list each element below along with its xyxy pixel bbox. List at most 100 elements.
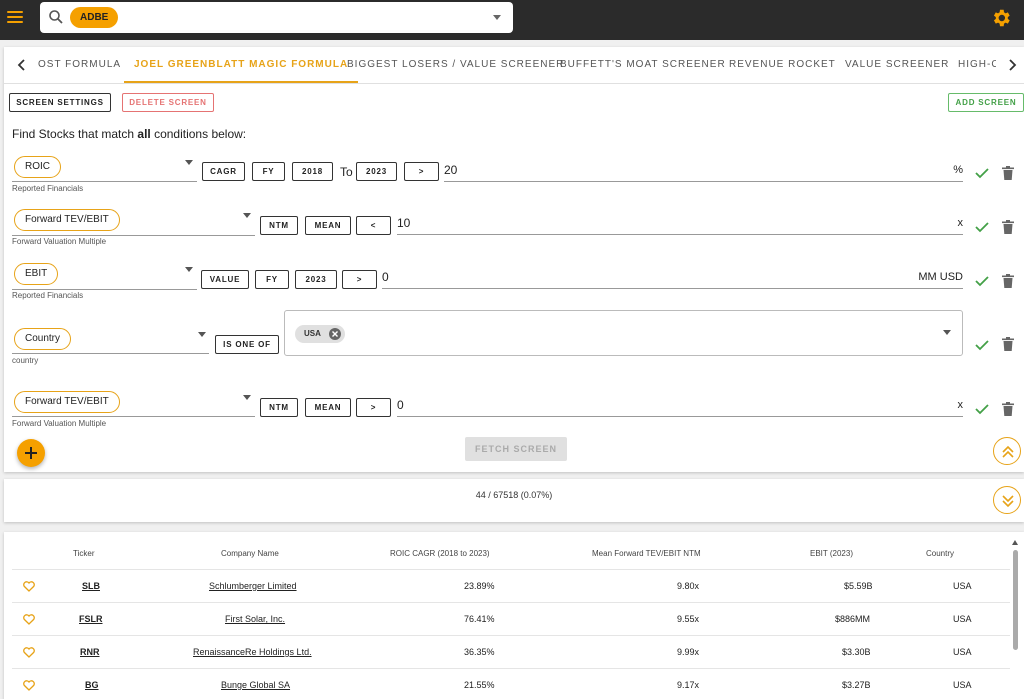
value-input[interactable]: 10 x bbox=[397, 215, 963, 235]
tab-biggest-losers[interactable]: BIGGEST LOSERS / VALUE SCREENER bbox=[347, 47, 564, 83]
heart-icon[interactable] bbox=[23, 647, 35, 658]
ticker-link[interactable]: FSLR bbox=[79, 614, 103, 624]
metric-chip[interactable]: EBIT bbox=[14, 263, 59, 285]
tab-joel-greenblatt-magic-formula[interactable]: JOEL GREENBLATT MAGIC FORMULA bbox=[124, 47, 359, 83]
result-count-card: 44 / 67518 (0.07%) bbox=[4, 479, 1024, 522]
check-icon[interactable] bbox=[975, 167, 989, 179]
pill-is-one-of[interactable]: IS ONE OF bbox=[215, 335, 279, 354]
metric-chip[interactable]: Forward TEV/EBIT bbox=[14, 209, 120, 231]
gear-icon[interactable] bbox=[990, 7, 1012, 29]
operator-pill[interactable]: > bbox=[342, 270, 377, 289]
chevron-right-icon[interactable] bbox=[1004, 57, 1020, 73]
tab-revenue-rocket[interactable]: REVENUE ROCKET bbox=[729, 47, 836, 83]
operator-pill[interactable]: > bbox=[404, 162, 439, 181]
expand-button[interactable] bbox=[993, 486, 1021, 514]
pill-ntm[interactable]: NTM bbox=[260, 398, 298, 417]
chevron-down-icon[interactable] bbox=[198, 332, 206, 337]
ebit-cell: $3.30B bbox=[842, 647, 871, 657]
tev-cell: 9.80x bbox=[677, 581, 700, 591]
column-header-company-name[interactable]: Company Name bbox=[221, 549, 279, 558]
pill-cagr[interactable]: CAGR bbox=[202, 162, 245, 181]
trash-icon[interactable] bbox=[1002, 220, 1014, 234]
trash-icon[interactable] bbox=[1002, 337, 1014, 351]
ticker-chip[interactable]: ADBE bbox=[70, 7, 119, 28]
fetch-screen-button[interactable]: FETCH SCREEN bbox=[465, 437, 567, 461]
heart-icon[interactable] bbox=[23, 680, 35, 691]
pill-end-year[interactable]: 2023 bbox=[356, 162, 397, 181]
chevron-down-icon[interactable] bbox=[243, 213, 251, 218]
metric-select-underline bbox=[12, 181, 197, 182]
company-link[interactable]: RenaissanceRe Holdings Ltd. bbox=[193, 647, 312, 657]
metric-select-underline bbox=[12, 289, 197, 290]
pill-fy[interactable]: FY bbox=[255, 270, 289, 289]
add-condition-button[interactable] bbox=[17, 439, 45, 467]
heart-icon[interactable] bbox=[23, 581, 35, 592]
metric-chip[interactable]: Country bbox=[14, 328, 72, 350]
metric-source-label: Forward Valuation Multiple bbox=[12, 419, 107, 428]
pill-ntm[interactable]: NTM bbox=[260, 216, 298, 235]
screen-settings-button[interactable]: SCREEN SETTINGS bbox=[9, 93, 111, 112]
scroll-up-arrow[interactable] bbox=[1012, 540, 1018, 545]
column-header-ticker[interactable]: Ticker bbox=[73, 549, 94, 558]
add-screen-button[interactable]: ADD SCREEN bbox=[948, 93, 1024, 112]
check-icon[interactable] bbox=[975, 403, 989, 415]
scrollbar-thumb[interactable] bbox=[1013, 550, 1018, 650]
chevron-down-icon[interactable] bbox=[243, 395, 251, 400]
metric-source-label: country bbox=[12, 356, 39, 365]
close-icon[interactable] bbox=[328, 328, 341, 340]
tab-high-c[interactable]: HIGH-C bbox=[958, 47, 996, 83]
ticker-link[interactable]: RNR bbox=[80, 647, 100, 657]
chevron-left-icon[interactable] bbox=[14, 57, 30, 73]
delete-screen-button[interactable]: DELETE SCREEN bbox=[122, 93, 214, 112]
top-app-bar: ADBE bbox=[0, 0, 1024, 40]
column-header-ebit[interactable]: EBIT (2023) bbox=[810, 549, 853, 558]
ticker-link[interactable]: BG bbox=[85, 680, 99, 690]
check-icon[interactable] bbox=[975, 275, 989, 287]
pill-start-year[interactable]: 2018 bbox=[292, 162, 333, 181]
value-input[interactable]: 0 MM USD bbox=[382, 269, 963, 289]
metric-chip[interactable]: ROIC bbox=[14, 156, 61, 178]
company-link[interactable]: Bunge Global SA bbox=[221, 680, 290, 690]
column-header-roic-cagr[interactable]: ROIC CAGR (2018 to 2023) bbox=[390, 549, 490, 558]
roic-cell: 23.89% bbox=[464, 581, 495, 591]
operator-pill[interactable]: < bbox=[356, 216, 391, 235]
pill-year[interactable]: 2023 bbox=[295, 270, 337, 289]
tab-buffetts-moat-screener[interactable]: BUFFETT'S MOAT SCREENER bbox=[560, 47, 726, 83]
chevron-down-icon[interactable] bbox=[943, 330, 951, 335]
value-input[interactable]: 20 % bbox=[444, 162, 963, 182]
pill-fy[interactable]: FY bbox=[252, 162, 285, 181]
pill-value[interactable]: VALUE bbox=[201, 270, 249, 289]
unit-label: x bbox=[957, 217, 964, 229]
country-multiselect[interactable]: USA bbox=[284, 310, 963, 356]
trash-icon[interactable] bbox=[1002, 402, 1014, 416]
chevron-down-icon[interactable] bbox=[185, 160, 193, 165]
metric-chip[interactable]: Forward TEV/EBIT bbox=[14, 391, 120, 413]
column-header-forward-tev-ebit[interactable]: Mean Forward TEV/EBIT NTM bbox=[592, 549, 701, 558]
country-chip-usa[interactable]: USA bbox=[295, 325, 345, 343]
pill-mean[interactable]: MEAN bbox=[305, 216, 351, 235]
metric-source-label: Forward Valuation Multiple bbox=[12, 237, 107, 246]
check-icon[interactable] bbox=[975, 339, 989, 351]
heart-icon[interactable] bbox=[23, 614, 35, 625]
tab-ost-formula[interactable]: OST FORMULA bbox=[38, 47, 121, 83]
company-link[interactable]: Schlumberger Limited bbox=[209, 581, 297, 591]
collapse-button[interactable] bbox=[993, 437, 1021, 465]
ticker-link[interactable]: SLB bbox=[82, 581, 100, 591]
column-header-country[interactable]: Country bbox=[926, 549, 954, 558]
hamburger-menu-icon[interactable] bbox=[7, 11, 23, 25]
roic-cell: 36.35% bbox=[464, 647, 495, 657]
value-input[interactable]: 0 x bbox=[397, 397, 963, 417]
condition-row-forward-tev-ebit: Forward TEV/EBIT Forward Valuation Multi… bbox=[4, 209, 1024, 249]
operator-pill[interactable]: > bbox=[356, 398, 391, 417]
tev-cell: 9.99x bbox=[677, 647, 700, 657]
country-cell: USA bbox=[953, 680, 972, 690]
ticker-search-box[interactable]: ADBE bbox=[40, 2, 513, 33]
check-icon[interactable] bbox=[975, 221, 989, 233]
trash-icon[interactable] bbox=[1002, 166, 1014, 180]
chevron-down-icon[interactable] bbox=[185, 267, 193, 272]
trash-icon[interactable] bbox=[1002, 274, 1014, 288]
company-link[interactable]: First Solar, Inc. bbox=[225, 614, 285, 624]
pill-mean[interactable]: MEAN bbox=[305, 398, 351, 417]
tab-value-screener[interactable]: VALUE SCREENER bbox=[845, 47, 949, 83]
chevron-down-icon[interactable] bbox=[493, 15, 501, 20]
